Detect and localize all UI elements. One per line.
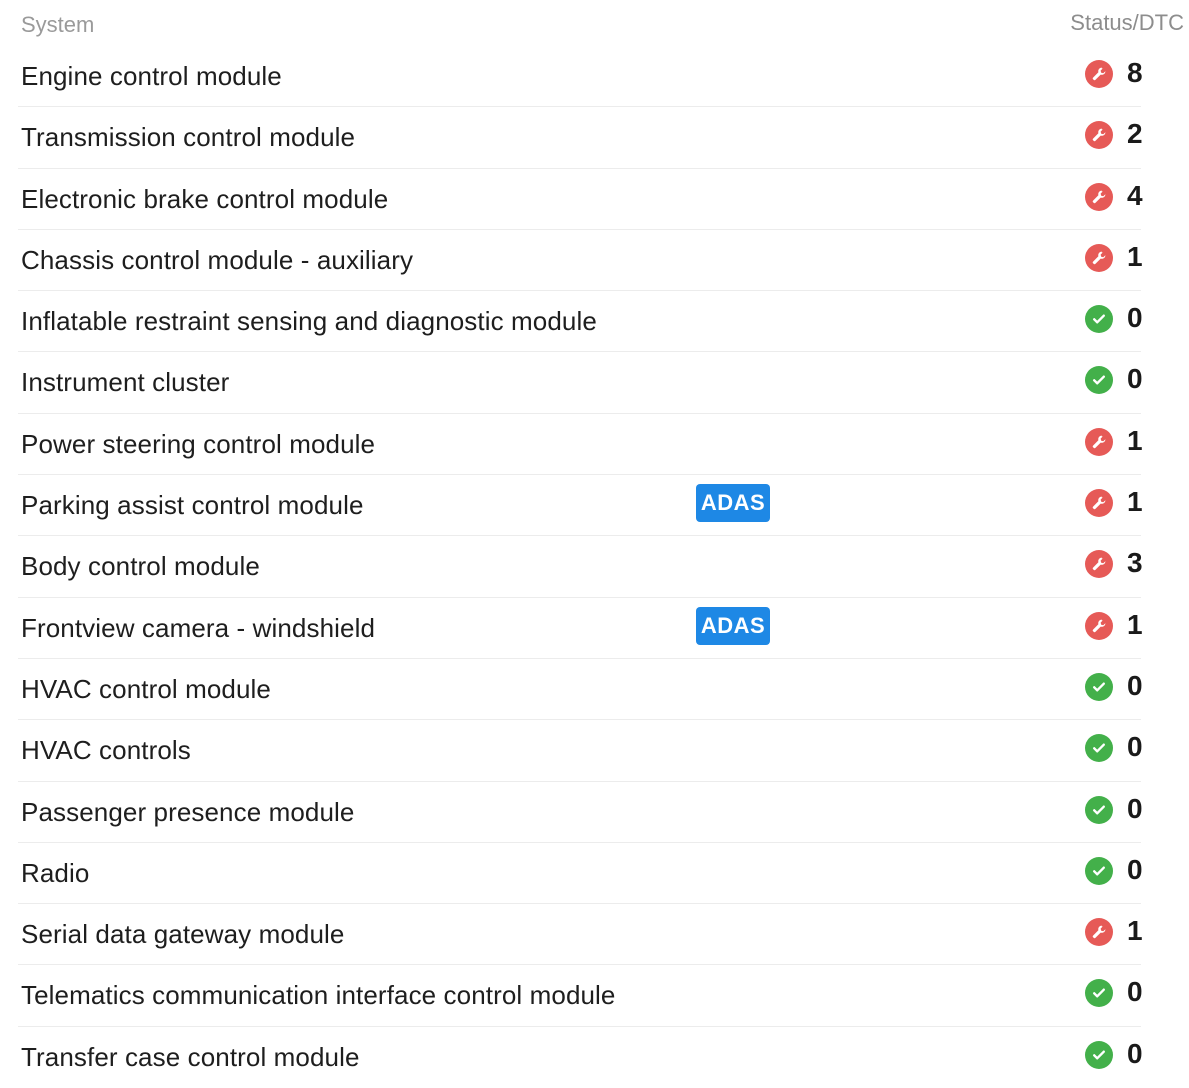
module-name: Passenger presence module [21,796,355,827]
module-row[interactable]: Parking assist control module ADAS 1 [0,475,1189,537]
module-row[interactable]: Telematics communication interface contr… [0,965,1189,1028]
dtc-count: 0 [1127,976,1143,1008]
module-row[interactable]: Chassis control module - auxiliary 1 [0,230,1189,292]
wrench-icon [1085,121,1113,150]
module-row[interactable]: Engine control module 8 [0,46,1189,108]
module-name: HVAC controls [21,735,191,766]
module-row[interactable]: Instrument cluster 0 [0,352,1189,415]
wrench-icon [1085,427,1113,456]
check-icon [1085,734,1113,763]
check-icon [1085,856,1113,885]
dtc-count: 0 [1127,363,1143,395]
system-column-header: System [21,12,95,37]
check-icon [1085,672,1113,701]
module-row[interactable]: Electronic brake control module 4 [0,169,1189,231]
module-name: Chassis control module - auxiliary [21,244,414,275]
dtc-count: 1 [1127,424,1143,456]
module-name: Transfer case control module [21,1041,360,1072]
dtc-count: 0 [1127,853,1143,885]
module-name: Radio [21,857,90,888]
module-row[interactable]: Transmission control module 2 [0,107,1189,169]
dtc-count: 0 [1127,731,1143,763]
wrench-icon [1085,550,1113,579]
module-name: HVAC control module [21,673,271,704]
check-icon [1085,366,1113,395]
module-list: Engine control module 8 Transmission con… [0,46,1189,1088]
dtc-count: 0 [1127,792,1143,824]
module-name: Frontview camera - windshield [21,612,376,643]
module-name: Serial data gateway module [21,919,345,950]
adas-badge: ADAS [696,606,770,645]
dtc-count: 1 [1127,915,1143,947]
table-header: System Status/DTC [0,0,1189,46]
dtc-count: 1 [1127,486,1143,518]
module-row[interactable]: Transfer case control module 0 [0,1027,1189,1088]
dtc-count: 0 [1127,669,1143,701]
adas-badge: ADAS [696,484,770,523]
module-name: Inflatable restraint sensing and diagnos… [21,306,597,337]
module-row[interactable]: Frontview camera - windshield ADAS 1 [0,598,1189,660]
dtc-count: 4 [1127,179,1143,211]
module-name: Body control module [21,551,260,582]
module-row[interactable]: Serial data gateway module 1 [0,904,1189,966]
check-icon [1085,795,1113,824]
wrench-icon [1085,918,1113,947]
module-row[interactable]: Power steering control module 1 [0,414,1189,476]
dtc-count: 0 [1127,302,1143,334]
module-name: Transmission control module [21,122,356,153]
module-row[interactable]: Passenger presence module 0 [0,782,1189,844]
dtc-count: 0 [1127,1037,1143,1069]
module-name: Power steering control module [21,428,376,459]
wrench-icon [1085,243,1113,272]
module-row[interactable]: Body control module 3 [0,536,1189,598]
module-row[interactable]: HVAC control module 0 [0,659,1189,721]
module-row[interactable]: HVAC controls 0 [0,720,1189,782]
wrench-icon [1085,60,1113,88]
status-dtc-column-header: Status/DTC [1070,10,1184,35]
module-name: Electronic brake control module [21,183,389,214]
module-name: Telematics communication interface contr… [21,980,616,1011]
dtc-count: 2 [1127,118,1143,150]
dtc-count: 3 [1127,547,1143,579]
wrench-icon [1085,611,1113,640]
dtc-count: 1 [1127,240,1143,272]
wrench-icon [1085,489,1113,518]
module-name: Parking assist control module [21,490,364,521]
check-icon [1085,305,1113,334]
wrench-icon [1085,182,1113,211]
module-name: Engine control module [21,61,282,91]
module-name: Instrument cluster [21,367,230,398]
module-row[interactable]: Radio 0 [0,843,1189,905]
dtc-count: 1 [1127,608,1143,640]
check-icon [1085,979,1113,1008]
check-icon [1085,1040,1113,1069]
dtc-count: 8 [1127,57,1143,88]
module-row[interactable]: Inflatable restraint sensing and diagnos… [0,291,1189,353]
